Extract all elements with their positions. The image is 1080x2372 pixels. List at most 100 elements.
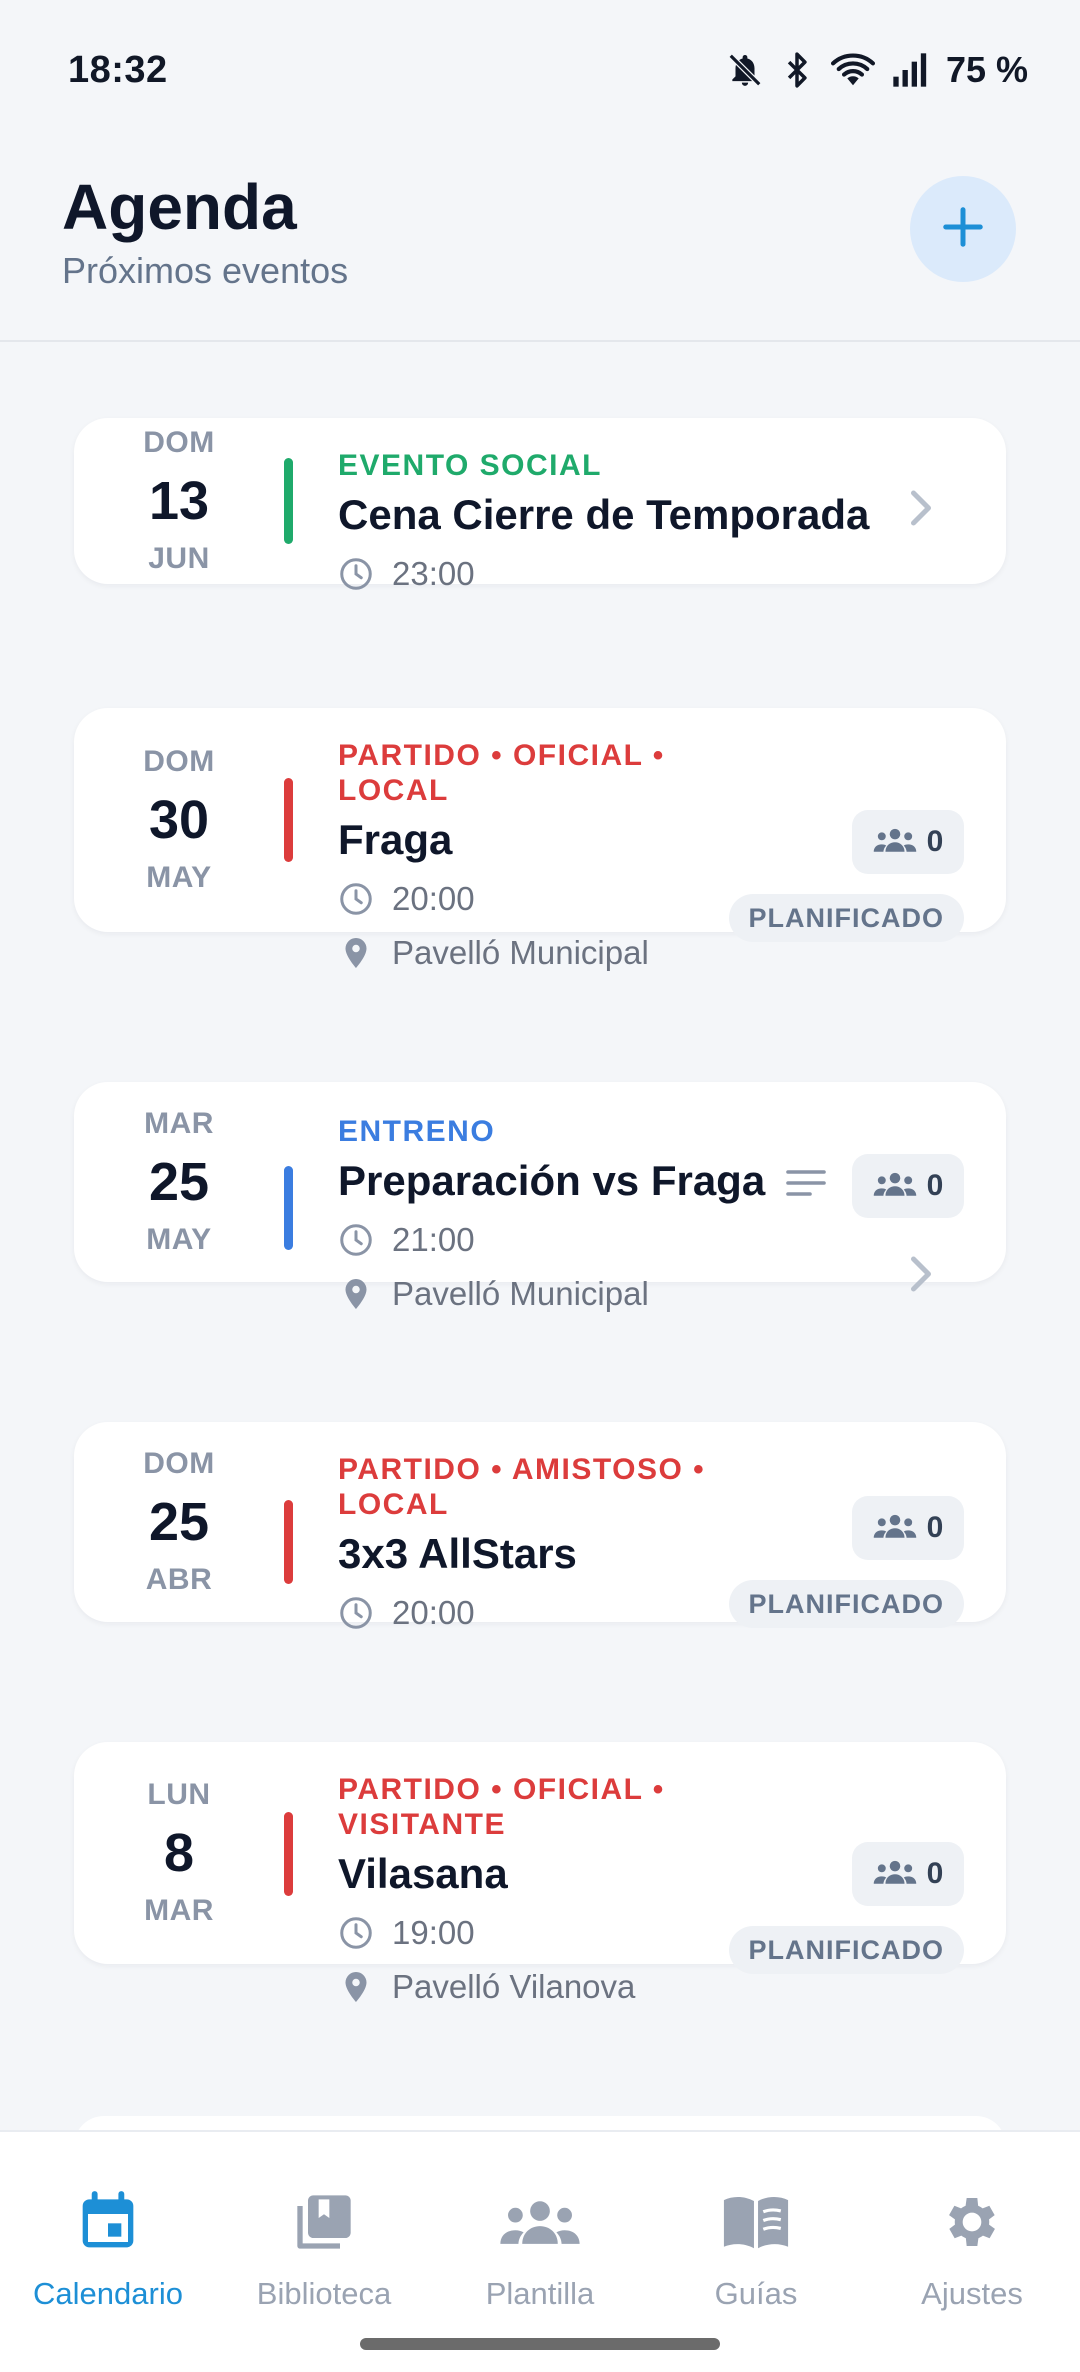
wifi-icon — [830, 51, 876, 89]
add-event-button[interactable] — [910, 176, 1016, 282]
header: Agenda Próximos eventos — [0, 140, 1080, 342]
event-card[interactable]: MAR 25 MAY ENTRENO Preparación vs Fraga … — [74, 1082, 1006, 1312]
event-type: PARTIDO • OFICIAL • LOCAL — [338, 738, 665, 808]
location-pin-icon — [338, 1969, 392, 2005]
status-badge: PLANIFICADO — [728, 894, 964, 942]
book-icon — [721, 2186, 791, 2258]
chevron-right-icon[interactable] — [906, 1254, 936, 1299]
event-dow: DOM — [143, 745, 215, 778]
attendees-badge[interactable]: 0 — [852, 1842, 964, 1906]
event-month: MAY — [146, 861, 212, 894]
event-time-row: 20:00 — [338, 1590, 705, 1636]
event-time: 20:00 — [392, 880, 475, 917]
event-info: PARTIDO • OFICIAL • VISITANTE Vilasana 1… — [338, 1772, 665, 2010]
event-location-row: Pavelló Municipal — [338, 930, 665, 976]
event-time: 19:00 — [392, 1914, 475, 1951]
attendees-count: 0 — [926, 1169, 944, 1202]
nav-item-ajustes[interactable]: Ajustes — [864, 2132, 1080, 2332]
event-time-row: 21:00 — [338, 1217, 765, 1263]
gear-icon — [940, 2186, 1004, 2258]
event-type: EVENTO SOCIAL — [338, 449, 602, 482]
team-icon — [873, 1170, 917, 1203]
event-time-row: 23:00 — [338, 551, 869, 597]
clock-icon — [338, 1222, 392, 1258]
event-name: Vilasana — [338, 1850, 508, 1897]
nav-item-biblioteca[interactable]: Biblioteca — [216, 2132, 432, 2332]
bluetooth-icon — [778, 51, 816, 89]
status-icons: 75 % — [726, 49, 1028, 91]
event-name: Fraga — [338, 816, 453, 863]
event-list[interactable]: DOM 13 JUN EVENTO SOCIAL Cena Cierre de … — [0, 342, 1080, 2130]
nav-item-plantilla[interactable]: Plantilla — [432, 2132, 648, 2332]
event-card[interactable]: DOM 25 ABR PARTIDO • AMISTOSO • LOCAL 3x… — [74, 1422, 1006, 1631]
event-day: 25 — [148, 1492, 210, 1552]
team-icon — [873, 1512, 917, 1545]
nav-label: Calendario — [33, 2276, 183, 2311]
event-card[interactable]: DOM 30 MAY PARTIDO • OFICIAL • LOCAL Fra… — [74, 708, 1006, 971]
clock-icon — [338, 881, 392, 917]
attendees-badge[interactable]: 0 — [852, 1154, 964, 1218]
battery-level: 75 % — [945, 49, 1028, 90]
calendar-icon — [76, 2186, 140, 2258]
event-name: 3x3 AllStars — [338, 1530, 577, 1577]
event-month: JUN — [148, 542, 210, 575]
attendees-badge[interactable]: 0 — [852, 1496, 964, 1560]
event-day: 25 — [148, 1152, 210, 1212]
clock-icon — [338, 1595, 392, 1631]
event-dow: DOM — [143, 1447, 215, 1480]
nav-label: Ajustes — [921, 2276, 1023, 2311]
event-info: EVENTO SOCIAL Cena Cierre de Temporada 2… — [338, 448, 869, 597]
bell-off-icon — [726, 51, 764, 89]
event-type: PARTIDO • AMISTOSO • LOCAL — [338, 1452, 705, 1522]
event-name: Cena Cierre de Temporada — [338, 491, 870, 538]
event-type-indicator — [284, 778, 293, 862]
clock-icon — [338, 556, 392, 592]
event-day: 13 — [148, 471, 210, 531]
nav-item-guias[interactable]: Guías — [648, 2132, 864, 2332]
event-info: PARTIDO • AMISTOSO • LOCAL 3x3 AllStars … — [338, 1452, 705, 1636]
team-icon — [873, 826, 917, 859]
nav-label: Biblioteca — [256, 2276, 392, 2311]
attendees-count: 0 — [926, 1511, 944, 1544]
status-badge: PLANIFICADO — [728, 1580, 964, 1628]
location-pin-icon — [338, 1276, 392, 1312]
event-card[interactable]: LUN 8 MAR PARTIDO • OFICIAL • VISITANTE … — [74, 1742, 1006, 2005]
event-time-row: 20:00 — [338, 876, 665, 922]
notes-icon — [786, 1168, 826, 1203]
event-card-partial[interactable] — [74, 2116, 1006, 2130]
bottom-nav: Calendario Biblioteca Plantilla Guías Aj… — [0, 2130, 1080, 2372]
location-pin-icon — [338, 935, 392, 971]
event-type-indicator — [284, 458, 293, 544]
event-dow: DOM — [143, 426, 215, 459]
event-type-indicator — [284, 1812, 293, 1896]
event-location: Pavelló Municipal — [392, 1275, 649, 1312]
event-month: MAY — [146, 1223, 212, 1256]
event-card[interactable]: DOM 13 JUN EVENTO SOCIAL Cena Cierre de … — [74, 418, 1006, 592]
event-type-line: LOCAL — [338, 774, 449, 807]
event-time: 21:00 — [392, 1221, 475, 1258]
nav-item-calendario[interactable]: Calendario — [0, 2132, 216, 2332]
event-month: MAR — [144, 1894, 214, 1927]
event-location: Pavelló Municipal — [392, 934, 649, 971]
library-icon — [292, 2186, 356, 2258]
event-type-line: LOCAL — [338, 1488, 449, 1521]
event-date: LUN 8 MAR — [74, 1742, 284, 1964]
attendees-badge[interactable]: 0 — [852, 810, 964, 874]
nav-label: Plantilla — [485, 2276, 595, 2311]
event-date: DOM 13 JUN — [74, 418, 284, 584]
plus-icon — [940, 204, 986, 255]
event-date: DOM 25 ABR — [74, 1422, 284, 1622]
status-bar: 18:32 75 % — [0, 0, 1080, 140]
event-dow: MAR — [144, 1107, 214, 1140]
home-indicator[interactable] — [360, 2338, 720, 2350]
attendees-count: 0 — [926, 825, 944, 858]
clock-icon — [338, 1915, 392, 1951]
team-icon — [499, 2186, 581, 2258]
event-type-line: PARTIDO • OFICIAL • — [338, 739, 665, 772]
chevron-right-icon[interactable] — [906, 488, 936, 533]
event-name: Preparación vs Fraga — [338, 1157, 766, 1204]
event-location-row: Pavelló Municipal — [338, 1271, 765, 1317]
event-dow: LUN — [147, 1778, 211, 1811]
page-subtitle: Próximos eventos — [62, 250, 349, 291]
signal-icon — [890, 51, 930, 89]
